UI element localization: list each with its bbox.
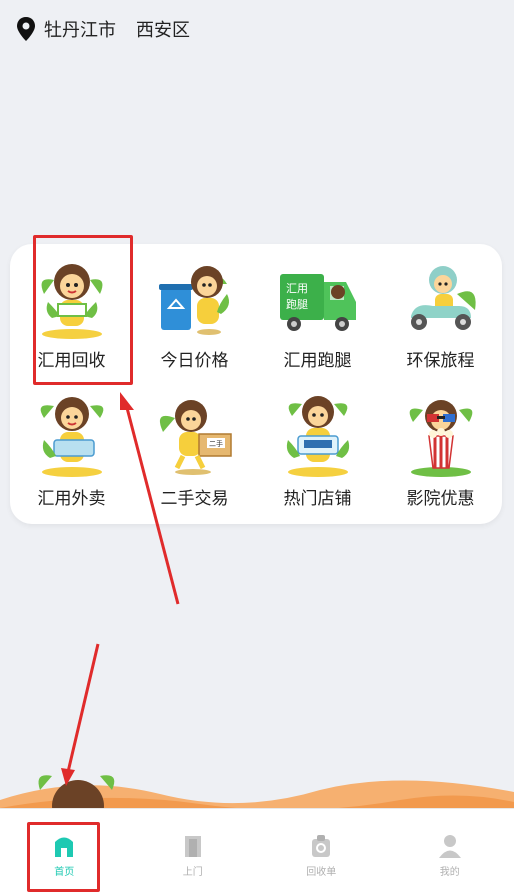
location-bar[interactable]: 牡丹江市 西安区 [16, 14, 190, 44]
3d-glasses-popcorn-mascot-icon [409, 400, 472, 477]
service-label: 汇用跑腿 [283, 351, 352, 371]
service-item-errand[interactable]: 汇用 跑腿 汇用跑腿 [256, 244, 379, 382]
tab-label: 回收单 [306, 867, 337, 878]
trash-bin-mascot-icon [158, 266, 229, 335]
tab-label: 上门 [182, 867, 203, 878]
tab-profile[interactable]: 我的 [386, 809, 514, 895]
service-item-takeout[interactable]: 汇用外卖 [10, 382, 133, 520]
tab-door[interactable]: 上门 [129, 809, 258, 895]
service-label: 二手交易 [160, 489, 229, 509]
service-item-cinema[interactable]: 影院优惠 [379, 382, 502, 520]
profile-icon [438, 835, 461, 858]
parcel-mascot-icon: 二手 [159, 400, 232, 475]
service-item-eco-trip[interactable]: 环保旅程 [379, 244, 502, 382]
svg-text:跑腿: 跑腿 [286, 297, 308, 311]
service-label: 影院优惠 [406, 489, 475, 509]
location-pin-icon [17, 17, 35, 41]
shop-mascot-icon [286, 396, 349, 477]
svg-text:二手: 二手 [209, 439, 223, 448]
service-label: 汇用外卖 [37, 489, 106, 509]
service-label: 热门店铺 [283, 489, 352, 509]
annotation-box-home-tab [27, 822, 100, 892]
tab-recycle-order[interactable]: 回收单 [257, 809, 386, 895]
delivery-truck-mascot-icon: 汇用 跑腿 [279, 274, 356, 331]
service-item-price[interactable]: 今日价格 [133, 244, 256, 382]
service-label: 环保旅程 [406, 351, 475, 371]
service-label: 今日价格 [160, 351, 229, 371]
location-district: 西安区 [136, 20, 190, 41]
door-icon [184, 836, 201, 857]
annotation-box-recycle [33, 235, 133, 385]
tab-label: 我的 [439, 867, 460, 878]
recycle-order-icon [312, 835, 331, 857]
service-item-hot-shops[interactable]: 热门店铺 [256, 382, 379, 520]
food-box-mascot-icon [40, 397, 103, 477]
location-city: 牡丹江市 [44, 20, 116, 41]
svg-text:汇用: 汇用 [286, 282, 308, 295]
scooter-mascot-icon [410, 266, 476, 330]
service-item-second-hand[interactable]: 二手 二手交易 [133, 382, 256, 520]
